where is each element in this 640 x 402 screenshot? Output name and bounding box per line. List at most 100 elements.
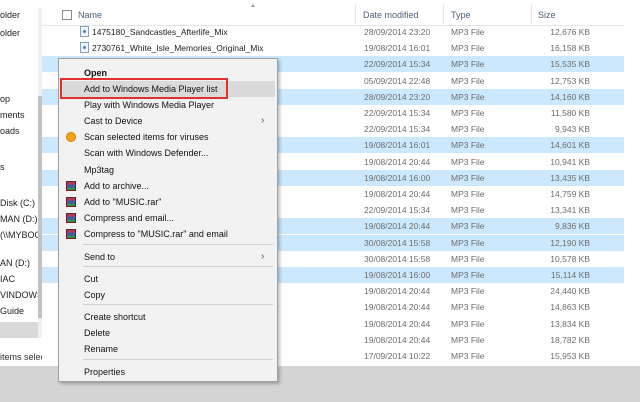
file-type: MP3 File	[451, 253, 485, 264]
column-header-date[interactable]: Date modified	[363, 10, 419, 20]
file-type: MP3 File	[451, 270, 485, 280]
menu-item-label: Copy	[84, 290, 106, 300]
file-date-modified: 19/08/2014 16:01	[364, 140, 431, 151]
nav-item[interactable]: s	[0, 162, 5, 172]
file-size: 12,190 KB	[550, 237, 590, 248]
highlight-annotation-box	[60, 78, 228, 99]
file-size: 9,836 KB	[555, 221, 590, 232]
column-header-name[interactable]: Name	[78, 10, 102, 20]
file-date-modified: 22/09/2014 15:34	[364, 124, 431, 135]
file-date-modified: 05/09/2014 22:48	[364, 75, 431, 86]
menu-item-create-shortcut[interactable]: Create shortcut	[61, 309, 275, 325]
file-type: MP3 File	[451, 172, 485, 183]
column-divider[interactable]	[355, 4, 356, 24]
menu-item-label: Cut	[84, 274, 99, 284]
file-date-modified: 28/09/2014 23:20	[364, 91, 431, 102]
menu-item-add-to-archive[interactable]: Add to archive...	[61, 178, 275, 194]
column-header-size[interactable]: Size	[538, 10, 556, 20]
file-type: MP3 File	[451, 302, 485, 313]
file-size: 15,953 KB	[550, 351, 590, 361]
file-date-modified: 19/08/2014 20:44	[364, 286, 431, 297]
file-date-modified: 19/08/2014 20:44	[364, 189, 431, 199]
nav-item[interactable]: MAN (D:)	[0, 214, 38, 224]
file-type: MP3 File	[451, 286, 485, 297]
menu-item-delete[interactable]: Delete	[61, 325, 275, 341]
menu-item-label: Compress and email...	[84, 213, 175, 223]
file-date-modified: 22/09/2014 15:34	[364, 59, 431, 70]
file-type: MP3 File	[451, 124, 485, 135]
menu-item-properties[interactable]: Properties	[61, 364, 275, 380]
antivirus-icon	[66, 132, 76, 142]
menu-item-cast-to-device[interactable]: Cast to Device ›	[61, 113, 275, 129]
menu-item-label: Add to "MUSIC.rar"	[84, 197, 162, 207]
menu-item-label: Scan selected items for viruses	[84, 132, 209, 142]
file-size: 10,578 KB	[550, 253, 590, 264]
menu-item-label: Add to archive...	[84, 181, 150, 191]
file-date-modified: 30/08/2014 15:58	[364, 253, 431, 264]
file-size: 9,943 KB	[555, 124, 590, 135]
nav-item[interactable]: older	[0, 28, 20, 38]
file-row[interactable]: 1475180_Sandcastles_Afterlife_Mix 28/09/2…	[42, 24, 640, 40]
file-type: MP3 File	[451, 91, 485, 102]
column-header-type[interactable]: Type	[451, 10, 471, 20]
menu-item-rename[interactable]: Rename	[61, 341, 275, 357]
nav-item[interactable]: Disk (C:)	[0, 198, 35, 208]
file-row[interactable]: 2730761_White_Isle_Memories_Original_Mix…	[42, 40, 640, 56]
file-date-modified: 19/08/2014 20:44	[364, 221, 431, 232]
menu-item-compress-to-music-rar-and-email[interactable]: Compress to "MUSIC.rar" and email	[61, 226, 275, 242]
menu-item-label: Mp3tag	[84, 165, 115, 175]
menu-item-mp3tag[interactable]: Mp3tag	[61, 162, 275, 178]
file-list-scrollbar[interactable]	[624, 0, 640, 366]
select-all-checkbox[interactable]	[62, 10, 72, 20]
column-header: ▲ Name Date modified Type Size	[42, 0, 640, 26]
menu-item-compress-and-email[interactable]: Compress and email...	[61, 210, 275, 226]
menu-separator	[83, 266, 273, 267]
file-size: 13,834 KB	[550, 318, 590, 329]
nav-item[interactable]: oads	[0, 126, 20, 136]
nav-item[interactable]: IAC	[0, 274, 15, 284]
winrar-icon	[66, 181, 76, 191]
file-size: 15,114 KB	[550, 270, 590, 280]
file-date-modified: 19/08/2014 16:00	[364, 172, 431, 183]
file-type: MP3 File	[451, 189, 485, 199]
file-type: MP3 File	[451, 27, 485, 37]
file-type: MP3 File	[451, 108, 485, 118]
file-type: MP3 File	[451, 318, 485, 329]
mp3-file-icon	[80, 26, 89, 37]
file-type: MP3 File	[451, 237, 485, 248]
nav-item[interactable]: older	[0, 10, 20, 20]
file-type: MP3 File	[451, 334, 485, 345]
file-name: 1475180_Sandcastles_Afterlife_Mix	[92, 27, 228, 37]
menu-item-add-to-music-rar[interactable]: Add to "MUSIC.rar"	[61, 194, 275, 210]
menu-item-send-to[interactable]: Send to ›	[61, 249, 275, 265]
file-type: MP3 File	[451, 221, 485, 232]
menu-item-play-with-windows-media-player[interactable]: Play with Windows Media Player	[61, 97, 275, 113]
nav-item[interactable]: Guide	[0, 306, 24, 316]
file-date-modified: 19/08/2014 20:44	[364, 302, 431, 313]
menu-item-scan-selected-items-for-viruses[interactable]: Scan selected items for viruses	[61, 129, 275, 145]
winrar-icon	[66, 213, 76, 223]
column-divider[interactable]	[531, 4, 532, 24]
menu-separator	[83, 359, 273, 360]
file-type: MP3 File	[451, 140, 485, 151]
nav-item[interactable]: AN (D:)	[0, 258, 30, 268]
menu-separator	[83, 244, 273, 245]
file-size: 14,160 KB	[550, 91, 590, 102]
nav-item[interactable]: ments	[0, 110, 25, 120]
file-date-modified: 19/08/2014 20:44	[364, 156, 431, 167]
nav-item[interactable]: op	[0, 94, 10, 104]
context-menu: Open Add to Windows Media Player list Play…	[58, 58, 278, 382]
file-size: 10,941 KB	[550, 156, 590, 167]
file-date-modified: 22/09/2014 15:34	[364, 108, 431, 118]
chevron-right-icon: ›	[261, 115, 265, 126]
file-type: MP3 File	[451, 351, 485, 361]
column-divider[interactable]	[443, 4, 444, 24]
menu-item-label: Delete	[84, 328, 111, 338]
menu-item-scan-with-windows-defender[interactable]: Scan with Windows Defender...	[61, 145, 275, 161]
file-type: MP3 File	[451, 59, 485, 70]
menu-item-cut[interactable]: Cut	[61, 271, 275, 287]
winrar-icon	[66, 229, 76, 239]
nav-item[interactable]: (\\MYBOO	[0, 230, 42, 240]
nav-item[interactable]: VINDOWS	[0, 290, 42, 300]
menu-item-copy[interactable]: Copy	[61, 287, 275, 303]
